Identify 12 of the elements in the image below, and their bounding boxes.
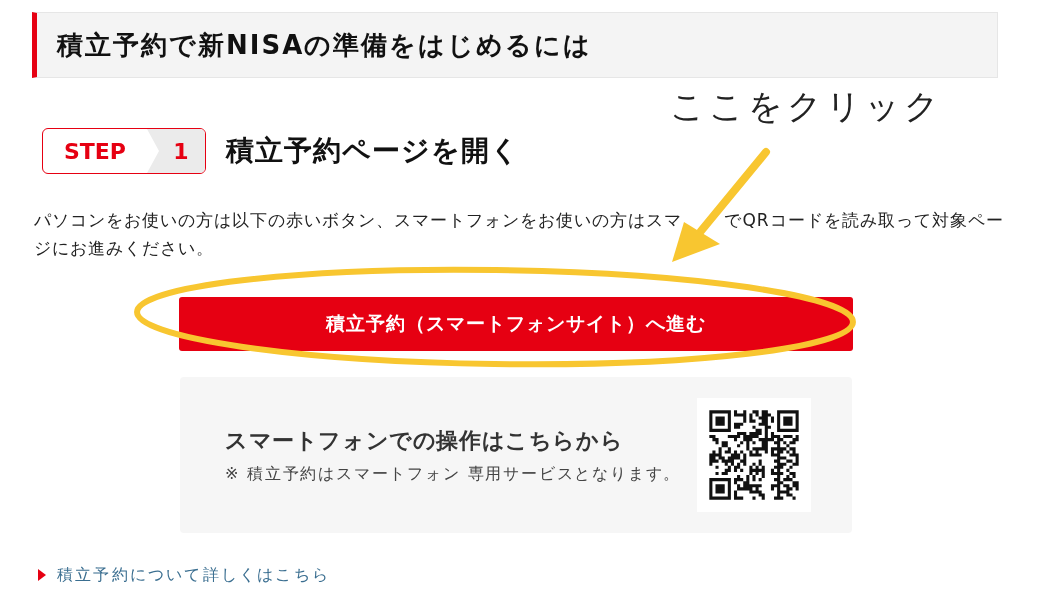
qr-card-title: スマートフォンでの操作はこちらから [225, 426, 625, 455]
instruction-text: パソコンをお使いの方は以下の赤いボタン、スマートフォンをお使いの方はスマ でQRコードを読み取って対象ページにお進みください。 [34, 209, 1005, 260]
section-title: 積立予約で新NISAの準備をはじめるには [57, 28, 593, 62]
step-title: 積立予約ページを開く [226, 133, 520, 169]
caret-icon [38, 569, 46, 581]
annotation-label: ここをクリック [670, 85, 943, 128]
step-number: 1 [147, 129, 205, 173]
proceed-button[interactable]: 積立予約（スマートフォンサイト）へ進む [179, 297, 853, 351]
step-label: STEP [63, 137, 127, 166]
qr-card-note: ※ 積立予約はスマートフォン 専用サービスとなります。 [225, 463, 682, 485]
details-link[interactable]: 積立予約について詳しくはこちら [38, 563, 330, 587]
qr-code-icon [697, 398, 811, 512]
